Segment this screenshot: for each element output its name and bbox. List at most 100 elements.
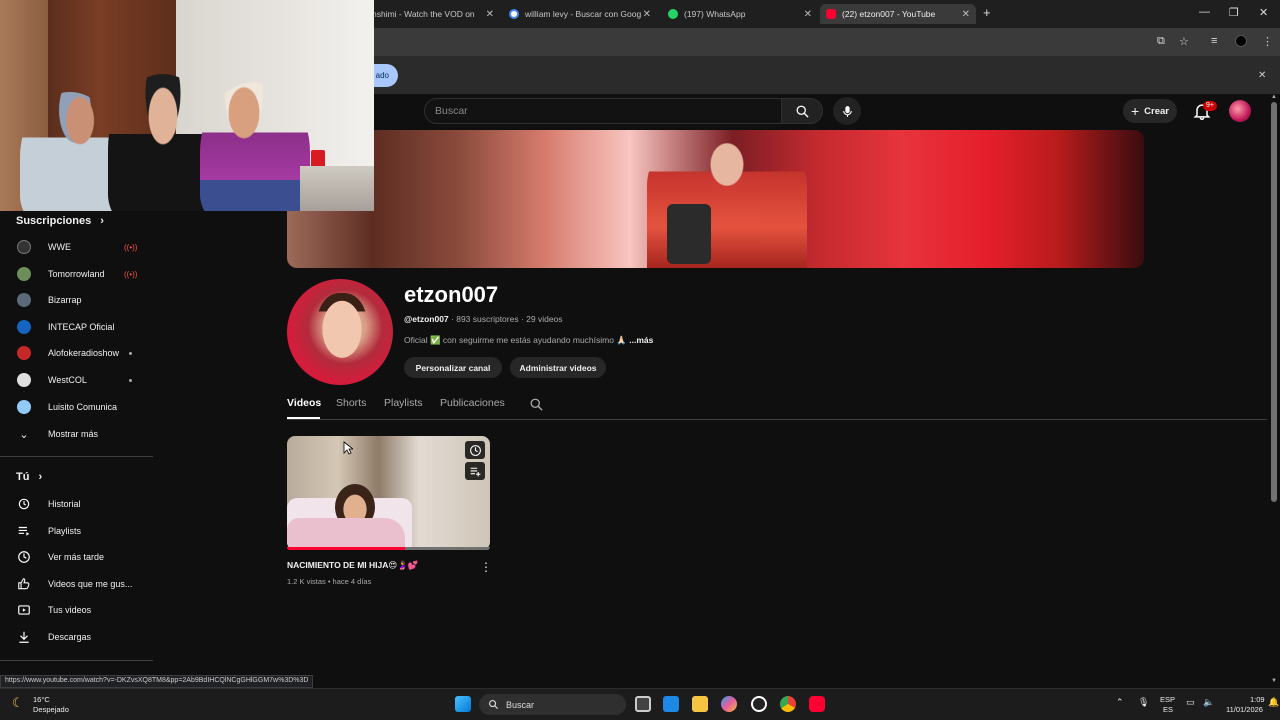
tab-posts[interactable]: Publicaciones bbox=[440, 397, 505, 409]
tab-playlists[interactable]: Playlists bbox=[384, 397, 423, 409]
volume-icon[interactable]: 🔈 bbox=[1203, 697, 1214, 707]
store-icon[interactable] bbox=[663, 696, 679, 712]
sidebar-sub-alofoke[interactable]: Alofokeradioshow bbox=[0, 340, 152, 366]
file-explorer-icon[interactable] bbox=[692, 696, 708, 712]
sidebar-sub-westcol[interactable]: WestCOL bbox=[0, 367, 152, 393]
tab-title: (22) etzon007 - YouTube bbox=[842, 9, 936, 19]
sidebar-divider bbox=[0, 456, 153, 457]
scroll-up-arrow-icon[interactable]: ▲ bbox=[1271, 94, 1277, 100]
channel-avatar-large[interactable] bbox=[287, 279, 393, 385]
install-app-icon[interactable]: ⧉ bbox=[1157, 35, 1165, 48]
tab-videos[interactable]: Videos bbox=[287, 397, 321, 409]
windows-start-icon[interactable] bbox=[455, 696, 471, 712]
restore-icon[interactable]: ❐ bbox=[1229, 6, 1239, 19]
info-bar-close-icon[interactable]: ✕ bbox=[1258, 70, 1266, 81]
menu-kebab-icon[interactable]: ⋮ bbox=[1262, 35, 1273, 48]
copilot-icon[interactable] bbox=[721, 696, 737, 712]
channel-search-icon[interactable] bbox=[529, 397, 544, 412]
media-controls-icon[interactable]: ≡ bbox=[1211, 35, 1217, 47]
chevron-right-icon: › bbox=[100, 215, 104, 227]
notification-center-icon[interactable]: 🔔 bbox=[1268, 697, 1279, 707]
language-top[interactable]: ESP bbox=[1160, 695, 1175, 705]
sidebar-sub-luisito[interactable]: Luisito Comunica bbox=[0, 394, 152, 420]
sidebar-item-your-videos[interactable]: Tus videos bbox=[0, 597, 152, 623]
you-heading[interactable]: Tú › bbox=[16, 471, 42, 483]
info-bar-label: ado bbox=[375, 71, 389, 80]
chrome-icon[interactable] bbox=[780, 696, 796, 712]
close-tab-icon[interactable]: ✕ bbox=[804, 9, 812, 20]
tray-overflow-icon[interactable]: ⌃ bbox=[1116, 697, 1124, 707]
close-tab-icon[interactable]: ✕ bbox=[643, 9, 651, 20]
weather-desc[interactable]: Despejado bbox=[33, 705, 69, 715]
microphone-tray-icon[interactable]: 🎙 bbox=[1138, 697, 1149, 707]
browser-tab-google[interactable]: william levy - Buscar con Goog ✕ bbox=[503, 4, 657, 24]
chevron-down-icon: ⌄ bbox=[19, 428, 29, 441]
capcut-icon[interactable] bbox=[751, 696, 767, 712]
sidebar-item-label: Tomorrowland bbox=[48, 269, 105, 279]
sidebar-sub-wwe[interactable]: WWE ((•)) bbox=[0, 234, 152, 260]
sidebar-item-liked-videos[interactable]: Videos que me gus... bbox=[0, 571, 152, 597]
channel-avatar bbox=[17, 346, 31, 360]
new-tab-button[interactable]: + bbox=[983, 5, 991, 20]
bookmark-star-icon[interactable]: ☆ bbox=[1179, 35, 1189, 48]
sidebar-show-more[interactable]: ⌄ Mostrar más bbox=[0, 421, 152, 447]
sidebar-item-watch-later[interactable]: Ver más tarde bbox=[0, 544, 152, 570]
profile-icon[interactable] bbox=[1235, 35, 1247, 47]
more-link[interactable]: ...más bbox=[627, 335, 653, 345]
taskbar-search-label: Buscar bbox=[506, 699, 535, 710]
sidebar-sub-tomorrowland[interactable]: Tomorrowland ((•)) bbox=[0, 261, 152, 287]
close-window-icon[interactable]: ✕ bbox=[1259, 6, 1268, 19]
video-title[interactable]: NACIMIENTO DE MI HIJA😍🤰💕 bbox=[287, 560, 418, 571]
sidebar-item-playlists[interactable]: Playlists bbox=[0, 518, 152, 544]
search-button[interactable] bbox=[781, 98, 823, 124]
create-button[interactable]: + Crear bbox=[1123, 99, 1177, 123]
customize-channel-button[interactable]: Personalizar canal bbox=[404, 357, 502, 378]
language-bottom[interactable]: ES bbox=[1163, 705, 1173, 715]
channel-avatar bbox=[17, 240, 31, 254]
sidebar-item-label: Mostrar más bbox=[48, 429, 99, 439]
channel-avatar bbox=[17, 267, 31, 281]
minimize-icon[interactable]: — bbox=[1199, 6, 1210, 18]
weather-temp[interactable]: 16°C bbox=[33, 695, 50, 705]
youtube-app-icon[interactable] bbox=[809, 696, 825, 712]
page-scrollbar[interactable] bbox=[1271, 102, 1277, 502]
banner-phone bbox=[667, 204, 711, 264]
mic-icon bbox=[842, 105, 852, 117]
sidebar-sub-bizarrap[interactable]: Bizarrap bbox=[0, 287, 152, 313]
clock-date[interactable]: 11/01/2026 bbox=[1226, 705, 1263, 715]
channel-avatar bbox=[17, 373, 31, 387]
watch-later-icon[interactable] bbox=[465, 441, 485, 459]
taskbar-search-input[interactable]: Buscar bbox=[479, 694, 626, 715]
browser-tab-vod[interactable]: nshimi - Watch the VOD on ✕ bbox=[372, 4, 500, 24]
manage-videos-button[interactable]: Administrar videos bbox=[510, 357, 606, 378]
browser-tab-youtube[interactable]: (22) etzon007 - YouTube ✕ bbox=[820, 4, 976, 24]
browser-tab-whatsapp[interactable]: (197) WhatsApp ✕ bbox=[662, 4, 818, 24]
voice-search-button[interactable] bbox=[833, 97, 861, 125]
webcam-overlay bbox=[0, 0, 374, 211]
add-to-queue-icon[interactable] bbox=[465, 462, 485, 480]
subscriptions-title: Suscripciones bbox=[16, 215, 92, 227]
scroll-down-arrow-icon[interactable]: ▼ bbox=[1271, 678, 1277, 684]
search-input[interactable]: Buscar bbox=[424, 98, 782, 124]
task-view-icon[interactable] bbox=[635, 696, 651, 712]
channel-description[interactable]: Oficial ✅ con seguirme me estás ayudando… bbox=[404, 335, 653, 346]
subscriptions-heading[interactable]: Suscripciones › bbox=[16, 215, 104, 227]
watch-progress-fill bbox=[287, 547, 405, 550]
network-icon[interactable]: ▭ bbox=[1186, 697, 1195, 707]
you-title: Tú bbox=[16, 471, 30, 483]
video-thumbnail[interactable] bbox=[287, 436, 490, 550]
avatar-face bbox=[317, 293, 367, 359]
user-avatar[interactable] bbox=[1229, 100, 1251, 122]
sidebar-item-history[interactable]: Historial bbox=[0, 491, 152, 517]
clock-time[interactable]: 1:09 bbox=[1250, 695, 1265, 705]
mouse-cursor-icon bbox=[343, 441, 353, 455]
video-options-kebab-icon[interactable]: ⋮ bbox=[480, 560, 492, 574]
sidebar-item-label: WestCOL bbox=[48, 375, 87, 385]
close-tab-icon[interactable]: ✕ bbox=[962, 9, 970, 20]
plus-icon: + bbox=[1130, 103, 1140, 119]
sidebar-item-downloads[interactable]: Descargas bbox=[0, 624, 152, 650]
sidebar-sub-intecap[interactable]: INTECAP Oficial bbox=[0, 314, 152, 340]
tab-shorts[interactable]: Shorts bbox=[336, 397, 366, 409]
thumb-blanket bbox=[287, 518, 405, 550]
close-tab-icon[interactable]: ✕ bbox=[486, 9, 494, 20]
